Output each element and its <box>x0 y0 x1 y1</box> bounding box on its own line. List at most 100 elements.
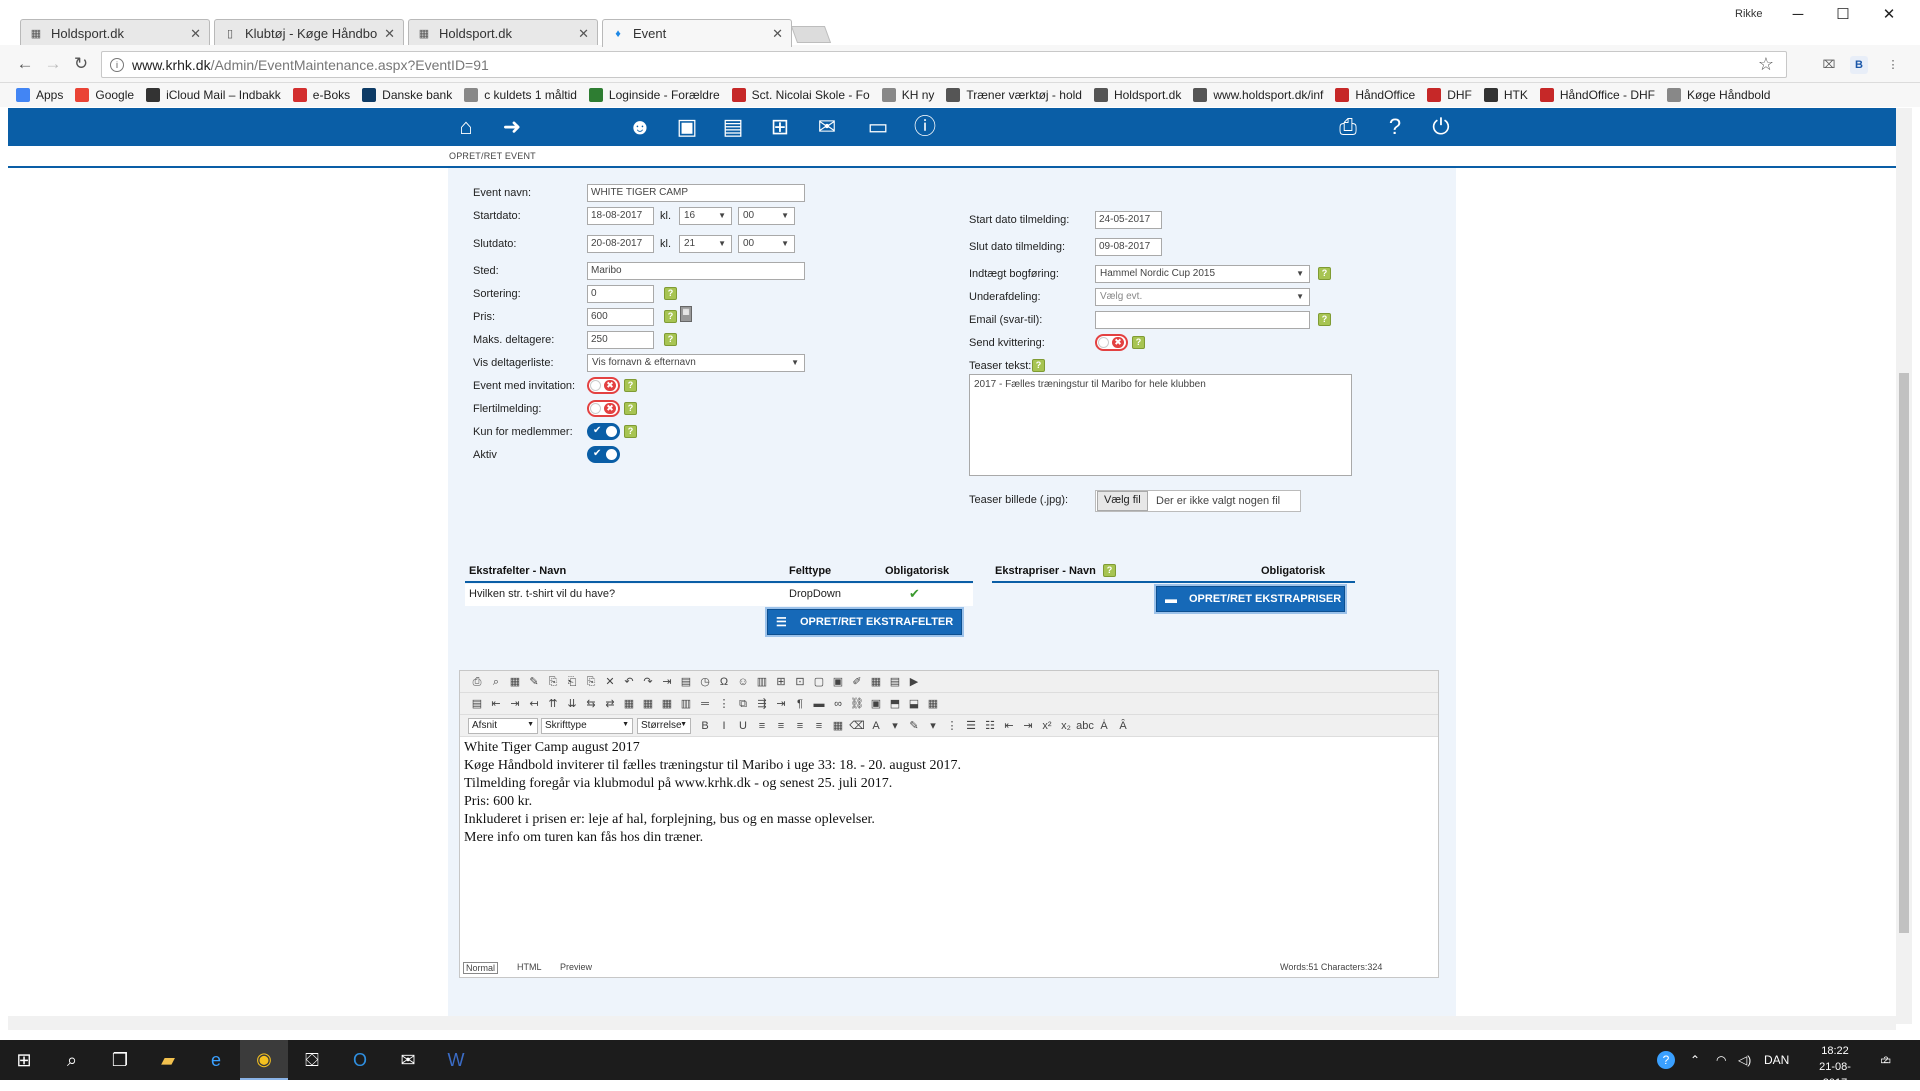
font-select[interactable]: Skrifttype <box>541 718 633 734</box>
uppercase-icon[interactable]: Ȧ <box>1095 718 1113 734</box>
help-icon[interactable]: ? <box>624 425 637 438</box>
bold-icon[interactable]: B <box>696 718 714 734</box>
close-icon[interactable]: ✕ <box>772 26 783 42</box>
col-left-icon[interactable]: ⇆ <box>582 696 600 712</box>
bookmark-item[interactable]: Danske bank <box>362 88 452 102</box>
horizontal-rule-icon[interactable]: ═ <box>696 696 714 712</box>
power-icon[interactable]: ⏻ <box>1427 114 1455 140</box>
new-tab-button[interactable] <box>790 26 832 43</box>
forward-icon[interactable]: → <box>42 53 64 75</box>
row-delete-icon[interactable]: ↤ <box>525 696 543 712</box>
reg-start-input[interactable]: 24-05-2017 <box>1095 211 1162 229</box>
ordered-list-icon[interactable]: ☰ <box>962 718 980 734</box>
language-indicator[interactable]: DAN <box>1764 1040 1789 1080</box>
tab-normal[interactable]: Normal <box>463 962 499 974</box>
mail-icon[interactable]: ✉ <box>384 1040 432 1080</box>
subscript-icon[interactable]: x₂ <box>1057 718 1075 734</box>
split-icon[interactable]: ▦ <box>639 696 657 712</box>
reload-icon[interactable]: ↻ <box>70 53 92 75</box>
vertical-scrollbar[interactable] <box>1896 108 1912 1024</box>
edit-extra-fields-button[interactable]: ☰ OPRET/RET EKSTRAFELTER <box>767 609 962 635</box>
chevron-up-icon[interactable]: ⌃ <box>1690 1040 1700 1080</box>
special-char-icon[interactable]: Ω <box>715 674 733 690</box>
edit-extra-prices-button[interactable]: ▬ OPRET/RET EKSTRAPRISER <box>1156 586 1345 612</box>
background-icon[interactable]: ⬓ <box>905 696 923 712</box>
choose-file-button[interactable]: Vælg fil <box>1097 491 1148 511</box>
tab-event[interactable]: ♦ Event ✕ <box>602 19 792 47</box>
event-name-input[interactable]: WHITE TIGER CAMP <box>587 184 805 202</box>
editor-content[interactable]: White Tiger Camp august 2017 Køge Håndbo… <box>464 739 1434 959</box>
row-after-icon[interactable]: ⇥ <box>506 696 524 712</box>
font-color-icon[interactable]: A <box>867 718 885 734</box>
bookmark-star-icon[interactable]: ☆ <box>1758 54 1774 75</box>
bookmark-item[interactable]: HåndOffice - DHF <box>1539 88 1655 102</box>
bookmark-item[interactable]: e-Boks <box>292 88 350 102</box>
multi-registration-toggle[interactable]: ✖ <box>587 400 620 417</box>
login-icon[interactable]: ➜ <box>498 114 526 140</box>
home-icon[interactable]: ⌂ <box>452 114 480 140</box>
bookmark-item[interactable]: Træner værktøj - hold <box>946 88 1082 102</box>
sub-department-select[interactable]: Vælg evt. <box>1095 288 1310 306</box>
bookmark-item[interactable]: Apps <box>16 88 63 102</box>
clock[interactable]: 18:22 21-08-2017 <box>1808 1043 1862 1091</box>
separator-icon[interactable]: ⋮ <box>943 718 961 734</box>
user-profile[interactable]: Rikke <box>1735 8 1763 20</box>
end-hour-select[interactable]: 21 <box>679 235 732 253</box>
bookmark-item[interactable]: DHF <box>1427 88 1472 102</box>
italic-icon[interactable]: I <box>715 718 733 734</box>
scroll-thumb[interactable] <box>1899 373 1909 933</box>
help-icon[interactable]: ? <box>1103 564 1116 577</box>
justify-icon[interactable]: ≡ <box>810 718 828 734</box>
bookmark-item[interactable]: HåndOffice <box>1335 88 1415 102</box>
help-tray-icon[interactable]: ? <box>1657 1040 1675 1080</box>
help-icon[interactable]: ? <box>1318 267 1331 280</box>
help-icon[interactable]: ? <box>664 310 677 323</box>
link-icon[interactable]: ∞ <box>829 696 847 712</box>
paragraph-format-select[interactable]: Afsnit <box>468 718 538 734</box>
table-insert-icon[interactable]: ▤ <box>468 696 486 712</box>
cell-props-icon[interactable]: ▦ <box>658 696 676 712</box>
edge-icon[interactable]: e <box>192 1040 240 1080</box>
start-hour-select[interactable]: 16 <box>679 207 732 225</box>
close-window-icon[interactable]: ✕ <box>1866 4 1912 26</box>
box-icon[interactable]: ▣ <box>867 696 885 712</box>
help-icon[interactable]: ? <box>664 287 677 300</box>
close-icon[interactable]: ✕ <box>384 26 395 42</box>
strikethrough-icon[interactable]: abc <box>1076 718 1094 734</box>
help-icon[interactable]: ? <box>624 402 637 415</box>
extension-b-icon[interactable]: B <box>1850 56 1868 74</box>
desktop-icon[interactable]: ▭ <box>864 114 892 140</box>
bookmark-item[interactable]: KH ny <box>881 88 934 102</box>
time-icon[interactable]: ◷ <box>696 674 714 690</box>
table-row[interactable]: Hvilken str. t-shirt vil du have? DropDo… <box>465 584 973 606</box>
format-painter-icon[interactable]: ✎ <box>525 674 543 690</box>
horizontal-scrollbar[interactable] <box>8 1016 1896 1030</box>
col-after-icon[interactable]: ⇊ <box>563 696 581 712</box>
help-circle-icon[interactable]: ? <box>1381 114 1409 140</box>
file-explorer-icon[interactable]: ▰ <box>144 1040 192 1080</box>
paragraph-ltr-icon[interactable]: ⇶ <box>753 696 771 712</box>
rule-icon[interactable]: ▬ <box>810 696 828 712</box>
youtube-icon[interactable]: ▶ <box>905 674 923 690</box>
indent-icon[interactable]: ⇥ <box>658 674 676 690</box>
minimize-icon[interactable]: ─ <box>1775 4 1821 26</box>
price-input[interactable]: 600 <box>587 308 654 326</box>
bookmark-item[interactable]: www.holdsport.dk/inf <box>1193 88 1323 102</box>
store-icon[interactable]: ⛋ <box>288 1040 336 1080</box>
row-before-icon[interactable]: ⇤ <box>487 696 505 712</box>
pdf-icon[interactable]: ▦ <box>867 674 885 690</box>
grid-icon[interactable]: ▦ <box>924 696 942 712</box>
delete-icon[interactable]: ✕ <box>601 674 619 690</box>
calendar-check-icon[interactable]: ▣ <box>673 114 701 140</box>
separator-icon[interactable]: ⋮ <box>715 696 733 712</box>
envelope-icon[interactable]: ✉ <box>813 114 841 140</box>
chevron-down-icon[interactable]: ▾ <box>886 718 904 734</box>
tab-preview[interactable]: Preview <box>560 962 592 972</box>
undo-icon[interactable]: ↶ <box>620 674 638 690</box>
bookmark-item[interactable]: Google <box>75 88 134 102</box>
paste-text-icon[interactable]: ⎗ <box>563 674 581 690</box>
end-date-input[interactable]: 20-08-2017 <box>587 235 654 253</box>
place-input[interactable]: Maribo <box>587 262 805 280</box>
email-input[interactable] <box>1095 311 1310 329</box>
table-icon[interactable]: ⊞ <box>772 674 790 690</box>
